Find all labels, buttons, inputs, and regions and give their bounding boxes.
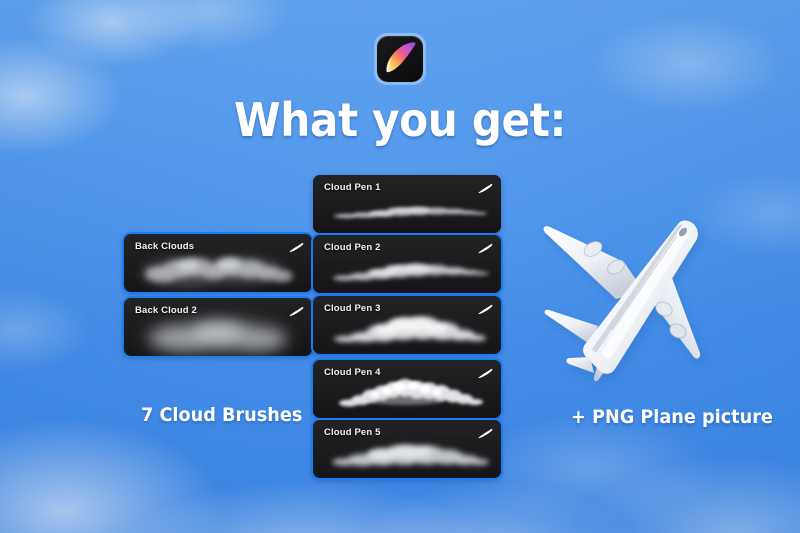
brush-stroke-icon	[289, 306, 304, 317]
brush-card-label: Back Cloud 2	[135, 305, 197, 316]
brush-card-back-clouds[interactable]: Back Clouds	[124, 234, 312, 292]
airplane-photo	[543, 220, 701, 382]
brush-stroke-icon	[478, 304, 493, 315]
procreate-logo	[374, 33, 426, 85]
brush-stroke-icon	[289, 242, 304, 253]
brush-stroke-icon	[478, 368, 493, 379]
brush-card-cloud-pen-5[interactable]: Cloud Pen 5	[313, 420, 501, 478]
procreate-brush-glyph	[386, 42, 416, 73]
brush-card-cloud-pen-3[interactable]: Cloud Pen 3	[313, 296, 501, 354]
brush-card-label: Cloud Pen 4	[324, 367, 381, 378]
brush-card-label: Cloud Pen 3	[324, 303, 381, 314]
brush-card-cloud-pen-1[interactable]: Cloud Pen 1	[313, 175, 501, 233]
brush-stroke-icon	[478, 243, 493, 254]
brush-card-label: Cloud Pen 1	[324, 182, 381, 193]
brush-card-cloud-pen-4[interactable]: Cloud Pen 4	[313, 360, 501, 418]
caption-plane-asset: + PNG Plane picture	[571, 406, 773, 428]
brush-card-label: Cloud Pen 2	[324, 242, 381, 253]
brush-card-label: Cloud Pen 5	[324, 427, 381, 438]
brush-card-back-cloud-2[interactable]: Back Cloud 2	[124, 298, 312, 356]
brush-card-label: Back Clouds	[135, 241, 195, 252]
procreate-app-icon	[377, 36, 423, 82]
page-title: What you get:	[233, 93, 567, 147]
caption-brush-count: 7 Cloud Brushes	[141, 404, 303, 426]
brush-stroke-icon	[478, 183, 493, 194]
brush-card-cloud-pen-2[interactable]: Cloud Pen 2	[313, 235, 501, 293]
brush-stroke-icon	[478, 428, 493, 439]
